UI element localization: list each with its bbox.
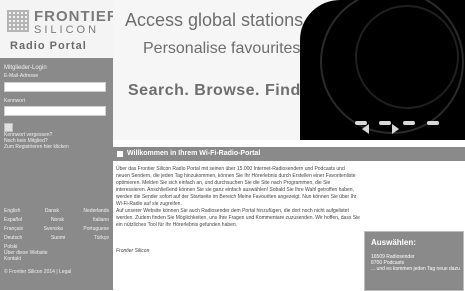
slideshow-dot[interactable] (403, 121, 415, 125)
language-list: English Dansk Nederlands Español Norsk I… (4, 208, 109, 253)
intro-paragraph: Über das Frontier Silicon Radio Portal m… (116, 166, 357, 207)
select-title: Auswählen: (371, 238, 416, 247)
site-links[interactable]: Über diese Website Kontakt (4, 250, 48, 262)
language-link[interactable]: English (4, 208, 20, 214)
language-link[interactable]: Dansk (45, 208, 59, 214)
language-row: Français Svenska Portuguese (4, 226, 109, 232)
language-row: Español Norsk Italiano (4, 217, 109, 223)
select-box: Auswählen: 16509 Radiosender 8700 Podcas… (364, 231, 464, 291)
password-label: Kennwort (4, 98, 26, 104)
slideshow-slice-icon (355, 5, 459, 109)
banner-slideshow (300, 0, 465, 140)
station-stats: 16509 Radiosender 8700 Podcasts ... und … (371, 254, 460, 272)
slideshow-dot[interactable] (379, 121, 391, 125)
language-row: English Dansk Nederlands (4, 208, 109, 214)
logo-line-2: SILICON (34, 24, 100, 36)
welcome-square-icon (117, 151, 123, 157)
language-link[interactable]: Türkçe (94, 235, 109, 241)
password-input[interactable] (4, 106, 106, 116)
language-link[interactable]: Deutsch (4, 235, 22, 241)
language-link[interactable]: Italiano (93, 217, 109, 223)
banner: Access global stations Personalise favou… (113, 0, 465, 140)
add-stations-paragraph: Auf unserer Website können Sie auch Radi… (116, 208, 360, 228)
language-link[interactable]: Nederlands (83, 208, 109, 214)
banner-line-3: Search. Browse. Find. (128, 82, 306, 99)
sidebar: FRONTIER SILICON Radio Portal Mitglieder… (0, 0, 118, 290)
signature: Frontier Silicon (116, 248, 150, 254)
language-row: Deutsch Suomi Türkçe (4, 235, 109, 241)
language-link[interactable]: Español (4, 217, 22, 223)
login-links[interactable]: Kennwort vergessen? Noch kein Mitglied? … (4, 132, 69, 150)
logo-line-3: Radio Portal (10, 40, 87, 52)
email-input[interactable] (4, 82, 106, 92)
banner-line-1: Access global stations (125, 10, 304, 30)
language-link[interactable]: Norsk (51, 217, 64, 223)
frontier-logo: FRONTIER SILICON Radio Portal (0, 0, 118, 58)
slideshow-dot[interactable] (427, 121, 439, 125)
welcome-bar: Willkommen in Ihrem Wi-Fi-Radio-Portal (113, 147, 465, 161)
slideshow-next-icon[interactable] (392, 124, 399, 134)
email-label: E-Mail-Adresse (4, 73, 39, 79)
slideshow-prev-icon[interactable] (362, 124, 369, 134)
frontier-logo-grid-icon (7, 10, 29, 32)
login-title: Mitglieder-Login (4, 65, 47, 71)
logo-line-1: FRONTIER (34, 8, 119, 25)
language-link[interactable]: Suomi (51, 235, 65, 241)
language-link[interactable]: Français (4, 226, 23, 232)
language-link[interactable]: Portuguese (83, 226, 109, 232)
language-link[interactable]: Svenska (44, 226, 63, 232)
welcome-title: Willkommen in Ihrem Wi-Fi-Radio-Portal (127, 150, 261, 157)
copyright: © Frontier Silicon 2014 | Legal (4, 269, 72, 275)
banner-line-2: Personalise favourites (143, 40, 301, 57)
login-button[interactable] (4, 123, 13, 132)
